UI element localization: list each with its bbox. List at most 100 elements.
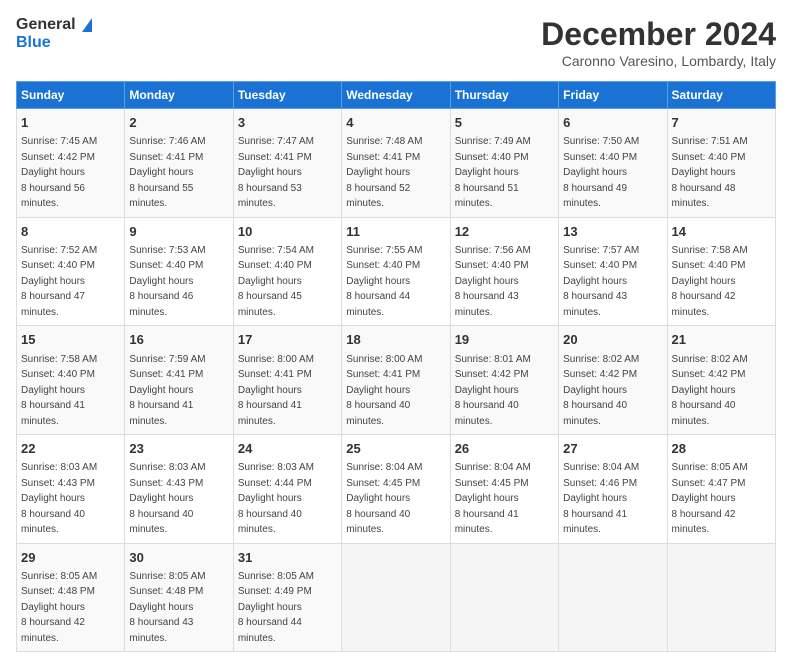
day-info: Sunrise: 7:54 AMSunset: 4:40 PMDaylight … [238,245,314,318]
calendar-cell: 6 Sunrise: 7:50 AMSunset: 4:40 PMDayligh… [559,109,667,218]
calendar-cell: 14 Sunrise: 7:58 AMSunset: 4:40 PMDaylig… [667,217,775,326]
calendar-week-row: 1 Sunrise: 7:45 AMSunset: 4:42 PMDayligh… [17,109,776,218]
calendar-header-row: Sunday Monday Tuesday Wednesday Thursday… [17,82,776,109]
day-number: 30 [129,549,228,567]
day-info: Sunrise: 8:05 AMSunset: 4:49 PMDaylight … [238,571,314,644]
day-info: Sunrise: 8:00 AMSunset: 4:41 PMDaylight … [238,354,314,427]
day-info: Sunrise: 8:04 AMSunset: 4:46 PMDaylight … [563,462,639,535]
header-tuesday: Tuesday [233,82,341,109]
day-number: 8 [21,223,120,241]
day-number: 4 [346,114,445,132]
day-number: 2 [129,114,228,132]
calendar-week-row: 22 Sunrise: 8:03 AMSunset: 4:43 PMDaylig… [17,435,776,544]
calendar-cell: 2 Sunrise: 7:46 AMSunset: 4:41 PMDayligh… [125,109,233,218]
calendar-cell: 22 Sunrise: 8:03 AMSunset: 4:43 PMDaylig… [17,435,125,544]
day-number: 23 [129,440,228,458]
header-saturday: Saturday [667,82,775,109]
calendar-cell: 11 Sunrise: 7:55 AMSunset: 4:40 PMDaylig… [342,217,450,326]
calendar-cell: 25 Sunrise: 8:04 AMSunset: 4:45 PMDaylig… [342,435,450,544]
day-info: Sunrise: 8:04 AMSunset: 4:45 PMDaylight … [455,462,531,535]
calendar-cell: 4 Sunrise: 7:48 AMSunset: 4:41 PMDayligh… [342,109,450,218]
day-number: 27 [563,440,662,458]
calendar-cell: 12 Sunrise: 7:56 AMSunset: 4:40 PMDaylig… [450,217,558,326]
day-number: 19 [455,331,554,349]
header-thursday: Thursday [450,82,558,109]
day-number: 17 [238,331,337,349]
calendar-table: Sunday Monday Tuesday Wednesday Thursday… [16,81,776,652]
calendar-cell: 28 Sunrise: 8:05 AMSunset: 4:47 PMDaylig… [667,435,775,544]
calendar-cell: 13 Sunrise: 7:57 AMSunset: 4:40 PMDaylig… [559,217,667,326]
calendar-cell [559,543,667,652]
calendar-cell: 7 Sunrise: 7:51 AMSunset: 4:40 PMDayligh… [667,109,775,218]
day-info: Sunrise: 7:49 AMSunset: 4:40 PMDaylight … [455,136,531,209]
calendar-cell: 8 Sunrise: 7:52 AMSunset: 4:40 PMDayligh… [17,217,125,326]
calendar-cell: 30 Sunrise: 8:05 AMSunset: 4:48 PMDaylig… [125,543,233,652]
calendar-cell: 24 Sunrise: 8:03 AMSunset: 4:44 PMDaylig… [233,435,341,544]
day-info: Sunrise: 7:45 AMSunset: 4:42 PMDaylight … [21,136,97,209]
day-info: Sunrise: 8:00 AMSunset: 4:41 PMDaylight … [346,354,422,427]
header-sunday: Sunday [17,82,125,109]
header-wednesday: Wednesday [342,82,450,109]
day-number: 3 [238,114,337,132]
day-number: 28 [672,440,771,458]
day-number: 1 [21,114,120,132]
header-monday: Monday [125,82,233,109]
calendar-cell [342,543,450,652]
day-number: 21 [672,331,771,349]
calendar-cell: 19 Sunrise: 8:01 AMSunset: 4:42 PMDaylig… [450,326,558,435]
calendar-cell: 3 Sunrise: 7:47 AMSunset: 4:41 PMDayligh… [233,109,341,218]
day-number: 20 [563,331,662,349]
page-title: December 2024 [541,16,776,53]
calendar-cell: 15 Sunrise: 7:58 AMSunset: 4:40 PMDaylig… [17,326,125,435]
day-number: 15 [21,331,120,349]
calendar-week-row: 29 Sunrise: 8:05 AMSunset: 4:48 PMDaylig… [17,543,776,652]
day-info: Sunrise: 7:58 AMSunset: 4:40 PMDaylight … [672,245,748,318]
day-number: 14 [672,223,771,241]
page-subtitle: Caronno Varesino, Lombardy, Italy [541,53,776,69]
day-number: 25 [346,440,445,458]
calendar-cell: 21 Sunrise: 8:02 AMSunset: 4:42 PMDaylig… [667,326,775,435]
day-number: 31 [238,549,337,567]
calendar-cell: 17 Sunrise: 8:00 AMSunset: 4:41 PMDaylig… [233,326,341,435]
day-number: 9 [129,223,228,241]
day-number: 12 [455,223,554,241]
day-info: Sunrise: 8:02 AMSunset: 4:42 PMDaylight … [563,354,639,427]
logo: General Blue [16,16,92,51]
calendar-cell: 23 Sunrise: 8:03 AMSunset: 4:43 PMDaylig… [125,435,233,544]
day-info: Sunrise: 7:51 AMSunset: 4:40 PMDaylight … [672,136,748,209]
day-info: Sunrise: 7:53 AMSunset: 4:40 PMDaylight … [129,245,205,318]
day-info: Sunrise: 7:46 AMSunset: 4:41 PMDaylight … [129,136,205,209]
calendar-cell: 1 Sunrise: 7:45 AMSunset: 4:42 PMDayligh… [17,109,125,218]
day-number: 18 [346,331,445,349]
day-info: Sunrise: 7:55 AMSunset: 4:40 PMDaylight … [346,245,422,318]
calendar-week-row: 8 Sunrise: 7:52 AMSunset: 4:40 PMDayligh… [17,217,776,326]
calendar-cell: 31 Sunrise: 8:05 AMSunset: 4:49 PMDaylig… [233,543,341,652]
header-friday: Friday [559,82,667,109]
day-number: 16 [129,331,228,349]
day-number: 6 [563,114,662,132]
day-info: Sunrise: 7:48 AMSunset: 4:41 PMDaylight … [346,136,422,209]
calendar-cell: 10 Sunrise: 7:54 AMSunset: 4:40 PMDaylig… [233,217,341,326]
calendar-cell: 26 Sunrise: 8:04 AMSunset: 4:45 PMDaylig… [450,435,558,544]
day-info: Sunrise: 8:03 AMSunset: 4:44 PMDaylight … [238,462,314,535]
calendar-cell: 29 Sunrise: 8:05 AMSunset: 4:48 PMDaylig… [17,543,125,652]
day-info: Sunrise: 7:52 AMSunset: 4:40 PMDaylight … [21,245,97,318]
day-info: Sunrise: 7:58 AMSunset: 4:40 PMDaylight … [21,354,97,427]
title-area: December 2024 Caronno Varesino, Lombardy… [541,16,776,69]
day-number: 10 [238,223,337,241]
day-info: Sunrise: 8:03 AMSunset: 4:43 PMDaylight … [21,462,97,535]
day-info: Sunrise: 7:59 AMSunset: 4:41 PMDaylight … [129,354,205,427]
day-number: 5 [455,114,554,132]
calendar-cell: 9 Sunrise: 7:53 AMSunset: 4:40 PMDayligh… [125,217,233,326]
day-number: 26 [455,440,554,458]
day-info: Sunrise: 7:50 AMSunset: 4:40 PMDaylight … [563,136,639,209]
day-info: Sunrise: 8:05 AMSunset: 4:47 PMDaylight … [672,462,748,535]
day-info: Sunrise: 8:02 AMSunset: 4:42 PMDaylight … [672,354,748,427]
day-info: Sunrise: 8:01 AMSunset: 4:42 PMDaylight … [455,354,531,427]
calendar-cell [667,543,775,652]
day-number: 22 [21,440,120,458]
calendar-cell: 5 Sunrise: 7:49 AMSunset: 4:40 PMDayligh… [450,109,558,218]
calendar-cell: 18 Sunrise: 8:00 AMSunset: 4:41 PMDaylig… [342,326,450,435]
day-number: 7 [672,114,771,132]
day-info: Sunrise: 7:57 AMSunset: 4:40 PMDaylight … [563,245,639,318]
